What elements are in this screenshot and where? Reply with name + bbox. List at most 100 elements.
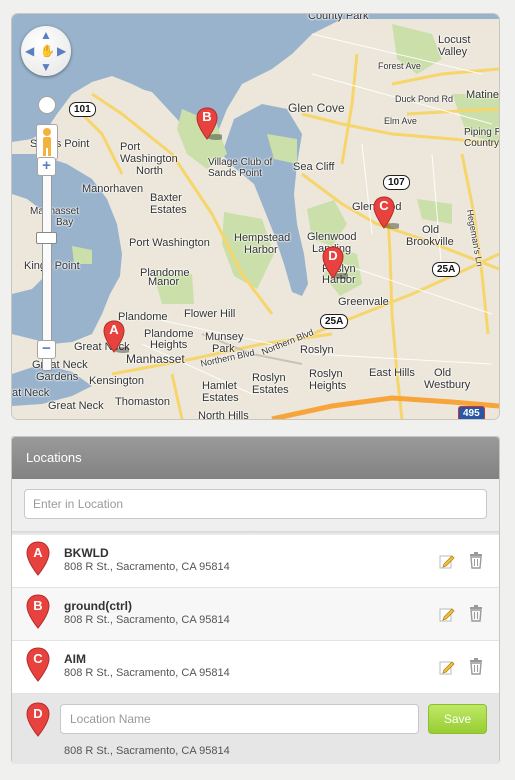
location-row-c[interactable]: C AIM 808 R St., Sacramento, CA 95814 xyxy=(12,641,499,694)
location-row-b[interactable]: B ground(ctrl) 808 R St., Sacramento, CA… xyxy=(12,588,499,641)
map-label: Estates xyxy=(252,384,289,396)
pan-right-icon[interactable]: ▶ xyxy=(57,45,66,57)
location-address: 808 R St., Sacramento, CA 95814 xyxy=(64,667,230,679)
panel-title: Locations xyxy=(12,437,499,479)
search-bar xyxy=(12,479,499,531)
delete-icon[interactable] xyxy=(469,658,483,675)
map-label: Harbor xyxy=(244,244,278,256)
marker-pin-icon: C xyxy=(26,647,50,682)
map-label: Great Neck xyxy=(48,400,104,412)
map-label: Heights xyxy=(309,380,347,392)
hand-icon: ✋ xyxy=(40,44,55,58)
map-label: Munsey xyxy=(205,331,244,343)
marker-letter: B xyxy=(33,598,42,613)
map-marker-d[interactable]: D xyxy=(322,246,351,280)
map-label: Manhasset xyxy=(126,352,185,366)
marker-letter: C xyxy=(33,651,43,666)
pan-left-icon[interactable]: ◀ xyxy=(25,45,34,57)
map-label: Valley xyxy=(438,46,468,58)
map-label: Matine xyxy=(466,89,499,101)
map-label: Estates xyxy=(150,204,187,216)
map-label: Locust xyxy=(438,34,471,46)
map-label: Roslyn xyxy=(252,372,286,384)
location-address: 808 R St., Sacramento, CA 95814 xyxy=(64,745,230,757)
map-label: Sea Cliff xyxy=(293,161,335,173)
save-button[interactable]: Save xyxy=(428,704,487,734)
route-shield: 107 xyxy=(383,175,410,190)
zoom-out-button[interactable]: − xyxy=(37,340,56,359)
new-location-row: D Save 808 R St., Sacramento, CA 95814 xyxy=(12,694,499,764)
pan-up-icon[interactable]: ▲ xyxy=(40,29,52,41)
map-label: Manorhaven xyxy=(82,183,144,195)
map-label: Great Neck xyxy=(32,359,88,371)
map-label: Glen Cove xyxy=(288,101,345,115)
edit-icon[interactable] xyxy=(439,553,455,569)
map-label: Kensington xyxy=(89,375,145,387)
marker-letter: D xyxy=(33,706,42,721)
map-label: Hempstead xyxy=(234,232,291,244)
edit-icon[interactable] xyxy=(439,659,455,675)
location-row-a[interactable]: A BKWLD 808 R St., Sacramento, CA 95814 xyxy=(12,535,499,588)
map-label: Gardens xyxy=(36,371,79,383)
pegman-figure xyxy=(43,128,51,156)
map-label: Port Washington xyxy=(129,237,210,249)
location-search-input[interactable] xyxy=(24,489,487,519)
map-label: Greenvale xyxy=(338,296,389,308)
route-shield: 101 xyxy=(69,102,96,117)
map-label: Washington xyxy=(120,153,178,165)
pegman-icon[interactable] xyxy=(36,124,58,160)
map-marker-c[interactable]: C xyxy=(373,196,402,230)
pan-control[interactable]: ▲ ◀ ▶ ▼ ✋ xyxy=(21,26,71,76)
marker-pin-icon: A xyxy=(26,541,50,576)
route-shield: 25A xyxy=(432,262,461,277)
map-label: Duck Pond Rd xyxy=(395,94,454,104)
map-label: Forest Ave xyxy=(378,61,421,71)
location-name: ground(ctrl) xyxy=(64,599,132,613)
marker-pin-icon: B xyxy=(26,594,50,629)
map-label: Bay xyxy=(56,217,74,228)
map-label: at Neck xyxy=(12,387,50,399)
map-label: North xyxy=(136,165,163,177)
reset-view-button[interactable] xyxy=(38,96,56,114)
map-label: Westbury xyxy=(424,379,471,391)
map-label: Glenwood xyxy=(307,231,357,243)
route-shield: 25A xyxy=(320,314,349,329)
edit-icon[interactable] xyxy=(439,606,455,622)
pan-down-icon[interactable]: ▼ xyxy=(40,61,52,73)
map-label: Manor xyxy=(148,276,180,288)
map-label: Old xyxy=(422,224,440,236)
zoom-slider-handle[interactable] xyxy=(36,232,57,244)
map-label: Brookville xyxy=(406,236,454,248)
delete-icon[interactable] xyxy=(469,552,483,569)
map-label: Roslyn xyxy=(300,344,334,356)
location-address: 808 R St., Sacramento, CA 95814 xyxy=(64,614,230,626)
map-label: East Hills xyxy=(369,367,415,379)
map-label: Port xyxy=(120,141,141,153)
map-marker-a[interactable]: A xyxy=(103,320,132,354)
map-label: Roslyn xyxy=(309,368,343,380)
locations-panel: Locations A BKWLD 808 R St., Sacramento,… xyxy=(11,436,500,764)
map-label: Old xyxy=(434,367,452,379)
map-label: Country xyxy=(464,138,499,149)
delete-icon[interactable] xyxy=(469,605,483,622)
location-name: BKWLD xyxy=(64,546,109,560)
map-label: Heights xyxy=(150,339,188,351)
map-label: Hamlet xyxy=(202,380,237,392)
map-label: County Park xyxy=(308,14,369,22)
marker-pin-icon: D xyxy=(26,702,50,737)
map-view[interactable]: County Park Locust Valley Forest Ave Duc… xyxy=(12,14,499,419)
zoom-in-button[interactable]: + xyxy=(37,157,56,176)
map-label: Estates xyxy=(202,392,239,404)
marker-letter: A xyxy=(33,545,43,560)
map-label: Baxter xyxy=(150,192,182,204)
map-label: North Hills xyxy=(198,410,249,419)
map-label: Flower Hill xyxy=(184,308,236,320)
location-name-input[interactable] xyxy=(60,704,419,734)
map-label: Elm Ave xyxy=(384,116,417,126)
map-label: Thomaston xyxy=(115,396,171,408)
route-shield: 495 xyxy=(458,406,485,419)
map-label: Sands Point xyxy=(208,168,262,179)
map-marker-b[interactable]: B xyxy=(196,107,225,141)
location-name: AIM xyxy=(64,652,86,666)
location-address: 808 R St., Sacramento, CA 95814 xyxy=(64,561,230,573)
